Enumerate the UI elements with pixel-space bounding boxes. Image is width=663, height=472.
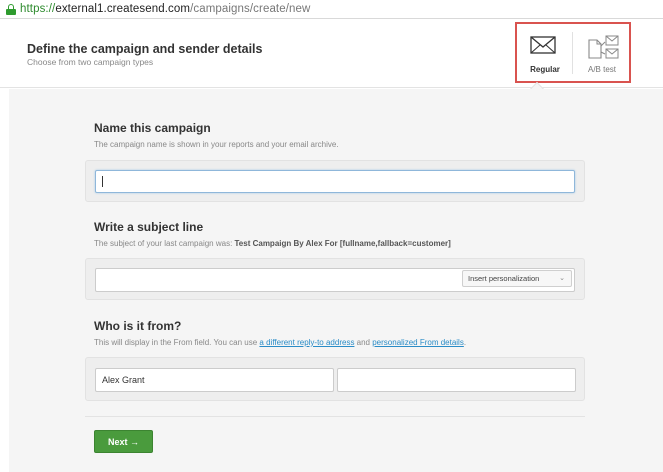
subject-section-title: Write a subject line (94, 220, 204, 234)
campaign-type-regular[interactable]: Regular (517, 24, 573, 81)
from-section-description: This will display in the From field. You… (94, 338, 467, 347)
campaign-type-ab-label: A/B test (587, 65, 616, 74)
campaign-name-input[interactable] (95, 170, 575, 193)
campaign-type-selector: Regular A/B test (515, 22, 631, 83)
campaign-type-ab-test[interactable]: A/B test (574, 24, 630, 81)
campaign-type-regular-label: Regular (530, 65, 560, 74)
from-email-input[interactable] (337, 368, 576, 392)
insert-personalization-dropdown[interactable]: Insert personalization ⌄ (462, 270, 572, 287)
subject-input-box: Insert personalization ⌄ (85, 258, 585, 300)
reply-to-link[interactable]: a different reply-to address (259, 338, 354, 347)
personalized-from-link[interactable]: personalized From details (372, 338, 464, 347)
envelope-icon (530, 36, 556, 54)
section-divider (85, 416, 585, 417)
from-input-box: Alex Grant (85, 357, 585, 401)
type-divider (572, 32, 573, 74)
text-cursor (102, 176, 103, 187)
next-button[interactable]: Next → (94, 430, 153, 453)
chevron-down-icon: ⌄ (559, 275, 565, 282)
from-section-title: Who is it from? (94, 319, 182, 333)
name-section-title: Name this campaign (94, 121, 211, 135)
page-subtitle: Choose from two campaign types (27, 57, 154, 67)
lock-icon (6, 3, 16, 15)
name-input-box (85, 160, 585, 202)
address-bar[interactable]: https://external1.createsend.com/campaig… (0, 0, 663, 19)
last-subject: Test Campaign By Alex For [fullname,fall… (234, 239, 451, 248)
subject-section-description: The subject of your last campaign was: T… (94, 239, 451, 248)
url-text: https://external1.createsend.com/campaig… (20, 3, 311, 15)
page-title: Define the campaign and sender details (27, 42, 263, 56)
name-section-description: The campaign name is shown in your repor… (94, 140, 339, 149)
from-name-input[interactable]: Alex Grant (95, 368, 334, 392)
ab-test-icon (588, 35, 619, 59)
page-header: Define the campaign and sender details C… (0, 20, 663, 88)
